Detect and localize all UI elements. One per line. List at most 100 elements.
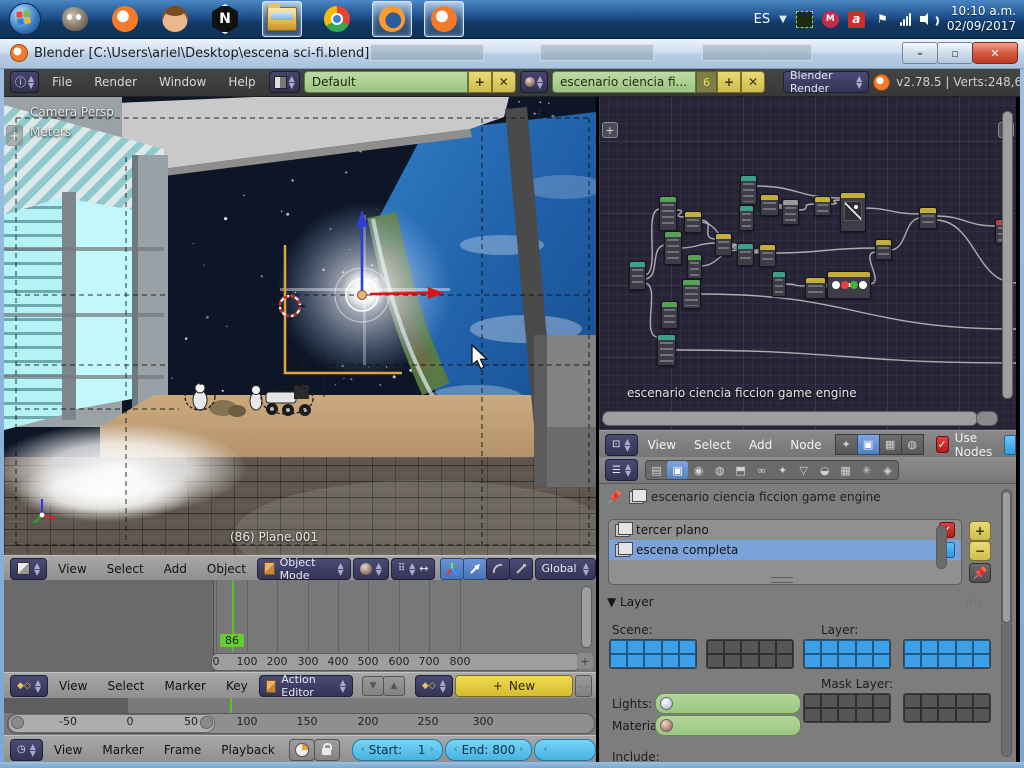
layer-toggle-cell[interactable] — [741, 640, 758, 654]
layer-toggle-cell[interactable] — [627, 654, 644, 668]
current-frame-badge[interactable]: 86 — [220, 634, 244, 647]
layer-toggle-cell[interactable] — [707, 654, 724, 668]
decrement-arrow-icon[interactable]: ‹ — [543, 744, 547, 755]
viewport-properties-expand-icon[interactable]: + — [6, 125, 23, 146]
decrement-arrow-icon[interactable]: ‹ — [361, 744, 365, 755]
tl-menu-frame[interactable]: Frame — [155, 743, 210, 757]
ae-menu-view[interactable]: View — [50, 679, 96, 693]
layer-toggle-cell[interactable] — [776, 654, 793, 668]
compositor-node[interactable] — [682, 279, 701, 309]
ne-menu-view[interactable]: View — [640, 438, 684, 452]
mode-selector[interactable]: Object Mode ▲▼ — [257, 558, 351, 580]
compositor-node[interactable] — [740, 175, 757, 205]
list-resize-grip[interactable] — [771, 577, 793, 583]
taskbar-natron[interactable]: N — [206, 2, 244, 36]
texture-nodes-button[interactable]: ▦ — [879, 434, 902, 455]
layer-toggle-cell[interactable] — [973, 654, 990, 668]
snap-selector[interactable]: ⠿ ▲▼ ↔ — [391, 558, 435, 580]
vp-menu-view[interactable]: View — [49, 562, 95, 576]
layer-toggle-cell[interactable] — [873, 708, 890, 722]
render-layers-list[interactable]: tercer plano ✓ escena completa — [608, 519, 962, 585]
layer-toggle-cell[interactable] — [921, 708, 938, 722]
material-tab-icon[interactable]: ◒ — [814, 461, 835, 479]
dope-editor-type[interactable]: ◆◇ ▲▼ — [10, 675, 48, 697]
layer-toggle-cell[interactable] — [804, 640, 821, 654]
ne-menu-node[interactable]: Node — [782, 438, 829, 452]
add-scene-button[interactable]: + — [717, 71, 741, 93]
delete-layout-button[interactable]: ✕ — [492, 71, 516, 93]
ae-menu-select[interactable]: Select — [98, 679, 153, 693]
compositor-node[interactable] — [759, 244, 776, 267]
modifiers-tab-icon[interactable]: ✦ — [772, 461, 793, 479]
layer-toggle-cell[interactable] — [662, 654, 679, 668]
dope-sheet[interactable]: 86 0100200300400500600700800 + — [4, 580, 596, 672]
pin-icon[interactable]: 📌 — [607, 490, 622, 504]
compositor-node[interactable] — [657, 334, 676, 366]
particles-tab-icon[interactable]: ✳ — [856, 461, 877, 479]
texture-tab-icon[interactable]: ▦ — [835, 461, 856, 479]
physics-tab-icon[interactable]: ◈ — [877, 461, 898, 479]
node-editor-hscrollbar[interactable] — [602, 411, 978, 426]
layer-toggle-cell[interactable] — [956, 694, 973, 708]
taskbar-blender[interactable] — [106, 2, 144, 36]
compositor-node[interactable] — [840, 192, 866, 232]
layer-toggle-cell[interactable] — [838, 640, 855, 654]
layer-toggle-cell[interactable] — [821, 654, 838, 668]
layer-toggle-cell[interactable] — [856, 708, 873, 722]
increment-arrow-icon[interactable]: › — [430, 744, 434, 755]
compositor-node[interactable] — [875, 239, 892, 260]
layer-panel-title[interactable]: ▼ Layer — [607, 595, 654, 609]
lights-field[interactable] — [655, 693, 801, 714]
data-tab-icon[interactable]: ▽ — [793, 461, 814, 479]
layer-layers-grid-a[interactable] — [803, 639, 891, 669]
layer-toggle-cell[interactable] — [856, 694, 873, 708]
current-frame-field[interactable]: ‹ — [534, 739, 596, 761]
scene-icon-button[interactable]: ▲▼ — [520, 71, 548, 93]
compositor-node[interactable] — [629, 261, 646, 290]
manipulator-scale-button[interactable] — [509, 558, 533, 580]
tl-menu-marker[interactable]: Marker — [93, 743, 152, 757]
layer-toggle-cell[interactable] — [873, 654, 890, 668]
object-tab-icon[interactable]: ⬒ — [730, 461, 751, 479]
compositor-node[interactable] — [782, 199, 799, 225]
panel-drag-dots[interactable]: :::: — [966, 597, 982, 607]
mask-layers-grid-a[interactable] — [803, 693, 891, 723]
render-tab-icon[interactable]: ▤ — [646, 461, 667, 479]
properties-scrollbar-thumb[interactable] — [1002, 491, 1011, 623]
layer-toggle-cell[interactable] — [873, 694, 890, 708]
layer-toggle-cell[interactable] — [741, 654, 758, 668]
new-action-button[interactable]: + New — [455, 675, 573, 697]
timeline-editor[interactable]: -50050100150200250300 — [4, 698, 596, 735]
material-nodes-button[interactable]: ◍ — [901, 434, 924, 455]
dope-vscrollbar[interactable] — [581, 586, 592, 648]
layer-toggle-cell[interactable] — [938, 708, 955, 722]
layer-toggle-cell[interactable] — [776, 640, 793, 654]
layer-toggle-cell[interactable] — [724, 640, 741, 654]
compositor-node[interactable] — [919, 207, 937, 229]
compositor-node[interactable] — [805, 277, 826, 299]
compositing-nodes-button[interactable]: ▣ — [857, 434, 880, 455]
volume-icon[interactable] — [920, 12, 934, 26]
compositor-node[interactable] — [661, 301, 678, 329]
tl-menu-playback[interactable]: Playback — [212, 743, 284, 757]
collapse-menus-icon[interactable]: ⌄⌄ — [575, 675, 592, 697]
maximize-button[interactable]: ▫ — [937, 42, 973, 64]
scene-selector[interactable]: escenario ciencia fi... 6 + ✕ — [552, 71, 765, 93]
compositor-node[interactable] — [739, 205, 754, 231]
end-frame-field[interactable]: ‹ End: 800 › — [445, 739, 533, 761]
vp-menu-add[interactable]: Add — [155, 562, 196, 576]
backdrop-toggle-button[interactable] — [1004, 435, 1016, 455]
network-icon[interactable] — [900, 13, 911, 26]
close-button[interactable]: ✕ — [972, 42, 1018, 64]
tray-flag-icon[interactable]: ⚑ — [874, 11, 891, 28]
layer-toggle-cell[interactable] — [627, 640, 644, 654]
compositor-node[interactable] — [687, 254, 702, 279]
shading-selector[interactable]: ▲▼ — [353, 558, 389, 580]
sync-playback-button[interactable] — [289, 739, 315, 761]
list-scrollbar[interactable] — [936, 525, 947, 569]
layer-toggle-cell[interactable] — [921, 654, 938, 668]
ae-menu-marker[interactable]: Marker — [156, 679, 215, 693]
dope-properties-expand-icon[interactable]: + — [577, 653, 593, 669]
language-indicator[interactable]: ES — [754, 12, 770, 27]
layer-toggle-cell[interactable] — [904, 640, 921, 654]
